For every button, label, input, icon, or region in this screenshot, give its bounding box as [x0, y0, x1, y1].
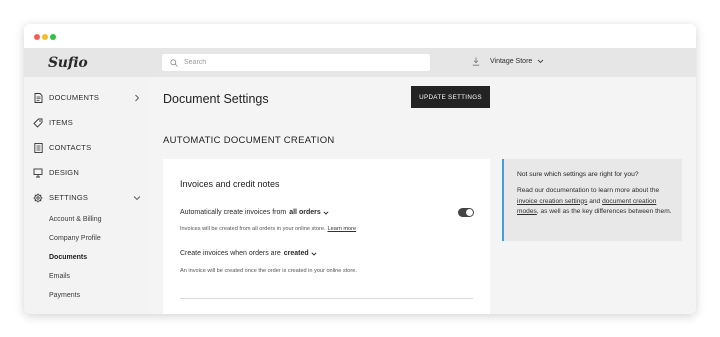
sidebar-subitem-payments[interactable]: Payments	[24, 286, 150, 305]
search-icon	[170, 58, 178, 67]
help-body: Read our documentation to learn more abo…	[517, 186, 672, 218]
close-window-button[interactable]	[34, 34, 40, 40]
help-box: Not sure which settings are right for yo…	[502, 159, 682, 241]
description-text: Invoices will be created from all orders…	[180, 226, 326, 232]
sidebar-nav: DOCUMENTS ITEMS CONTACTS DESIGN SETTINGS…	[24, 77, 150, 305]
invoice-creation-settings-link[interactable]: invoice creation settings	[517, 198, 587, 205]
auto-create-description: Invoices will be created from all orders…	[180, 226, 356, 232]
orders-scope-dropdown[interactable]: all orders	[289, 209, 329, 216]
create-when-description: An invoice will be created once the orde…	[180, 268, 357, 274]
toggle-knob	[466, 209, 473, 216]
sidebar-subitem-account-billing[interactable]: Account & Billing	[24, 210, 150, 229]
chevron-down-icon	[132, 193, 141, 202]
store-selector[interactable]: Vintage Store	[472, 57, 544, 66]
main-content: Document Settings UPDATE SETTINGS AUTOMA…	[150, 77, 696, 314]
app-window: Sufio DOCUMENTS ITEMS CONTACTS DESIGN SE…	[24, 24, 696, 314]
sidebar-subitem-emails[interactable]: Emails	[24, 267, 150, 286]
sidebar-item-label: DESIGN	[49, 168, 79, 177]
sidebar-item-documents[interactable]: DOCUMENTS	[24, 85, 150, 110]
gear-icon	[33, 193, 43, 203]
sidebar-item-label: ITEMS	[49, 118, 73, 127]
help-title: Not sure which settings are right for yo…	[517, 171, 639, 178]
sidebar-item-label: SETTINGS	[49, 193, 89, 202]
auto-create-toggle[interactable]	[458, 208, 474, 217]
auto-create-option-label: Automatically create invoices from all o…	[180, 209, 329, 216]
option-label-text: Create invoices when orders are	[180, 250, 281, 257]
sidebar-item-settings[interactable]: SETTINGS	[24, 185, 150, 210]
chevron-down-icon	[311, 251, 317, 256]
minimize-window-button[interactable]	[42, 34, 48, 40]
page-title: Document Settings	[163, 92, 269, 106]
learn-more-link[interactable]: Learn more	[328, 226, 357, 232]
contacts-icon	[33, 142, 43, 153]
sidebar-subitem-documents[interactable]: Documents	[24, 248, 150, 267]
store-name: Vintage Store	[490, 58, 533, 65]
title-bar	[24, 24, 696, 48]
chevron-right-icon	[132, 93, 141, 102]
top-bar: Vintage Store	[150, 48, 696, 77]
design-icon	[33, 168, 43, 178]
sidebar-item-contacts[interactable]: CONTACTS	[24, 135, 150, 160]
help-text: , as well as the key differences between…	[536, 208, 672, 215]
divider	[180, 298, 473, 299]
chevron-down-icon	[323, 210, 329, 215]
sidebar-item-label: DOCUMENTS	[49, 93, 100, 102]
download-icon[interactable]	[472, 57, 480, 66]
logo-area: Sufio	[24, 48, 150, 77]
help-text: Read our documentation to learn more abo…	[517, 187, 660, 194]
search-input[interactable]	[184, 59, 414, 66]
search-box	[162, 54, 430, 71]
update-settings-button[interactable]: UPDATE SETTINGS	[411, 86, 490, 108]
chevron-down-icon	[537, 59, 544, 64]
order-status-dropdown[interactable]: created	[284, 250, 317, 257]
dropdown-value: all orders	[289, 209, 321, 216]
card-title: Invoices and credit notes	[180, 179, 280, 189]
maximize-window-button[interactable]	[50, 34, 56, 40]
tag-icon	[33, 118, 43, 128]
sidebar: Sufio DOCUMENTS ITEMS CONTACTS DESIGN SE…	[24, 48, 150, 314]
sidebar-item-items[interactable]: ITEMS	[24, 110, 150, 135]
section-title: AUTOMATIC DOCUMENT CREATION	[163, 135, 335, 146]
create-when-option-label: Create invoices when orders are created	[180, 250, 317, 257]
dropdown-value: created	[283, 250, 309, 257]
sidebar-subitem-company-profile[interactable]: Company Profile	[24, 229, 150, 248]
help-text: and	[589, 197, 601, 205]
sidebar-item-design[interactable]: DESIGN	[24, 160, 150, 185]
sidebar-item-label: CONTACTS	[49, 143, 92, 152]
invoices-settings-card: Invoices and credit notes Automatically …	[163, 159, 490, 314]
document-icon	[33, 92, 43, 103]
sufio-logo[interactable]: Sufio	[48, 55, 88, 71]
option-label-text: Automatically create invoices from	[180, 209, 287, 216]
